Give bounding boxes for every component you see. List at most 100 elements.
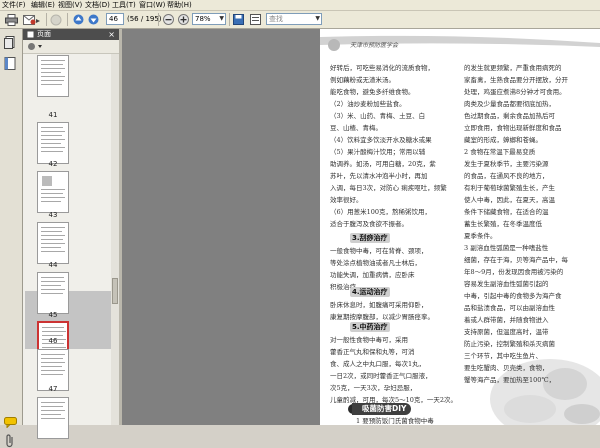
- text-line: 蟹等海产品，要加热至100℃，: [464, 376, 556, 384]
- text-line: （4）饮料宜多饮淡开水及糖水或果: [330, 136, 432, 144]
- text-line: 3 副溶血性弧菌是一种嗜盐性: [464, 244, 549, 252]
- section-heading: 5.中药治疗: [350, 322, 390, 332]
- text-line: （2）油炒麦粉加些盐食。: [330, 100, 406, 108]
- thumbnail-label: 41: [48, 111, 58, 119]
- page-thumbnail[interactable]: [37, 272, 69, 314]
- zoom-in-button[interactable]: [177, 13, 190, 26]
- text-line: 家畜禽，生熟食品要分开摆放，分开: [464, 76, 568, 84]
- text-line: 支持原菌，但温度高时，温带: [464, 328, 549, 336]
- print-button[interactable]: [3, 13, 19, 26]
- thumbnail-label: 47: [48, 385, 58, 393]
- text-line: 好转后，可吃些易消化的流质食物，: [330, 64, 434, 72]
- panel-scrollbar[interactable]: [111, 54, 119, 425]
- pages-panel-icon[interactable]: [4, 36, 17, 49]
- thumbnail-label: 42: [48, 160, 58, 168]
- text-line: 立即食用，食物出现新鲜度和食品: [464, 124, 562, 132]
- text-line: 夏季条件。: [464, 232, 497, 240]
- text-line: 蓄生长繁殖，在冬季温度低: [464, 220, 542, 228]
- print-icon: [4, 13, 18, 26]
- text-line: 容易发生副溶血性弧菌引起的: [464, 280, 549, 288]
- text-line: 色过期食品，剩余食品加热后可: [464, 112, 555, 120]
- text-line: 品和盐渍食品，可以由副溶血性: [464, 304, 555, 312]
- next-page-button[interactable]: [87, 13, 100, 26]
- text-line: 一般食物中毒，可在背脊、颈项，: [330, 247, 428, 255]
- attachments-panel-icon[interactable]: [4, 57, 17, 70]
- page-thumbnail[interactable]: [37, 55, 69, 97]
- text-line: 苏叶，先以清水冲泡半小时，再加: [330, 172, 428, 180]
- menu-file[interactable]: 文件(F): [2, 0, 26, 10]
- page-thumbnail[interactable]: [37, 222, 69, 264]
- email-icon: [23, 14, 40, 25]
- zoom-value: 78%: [195, 15, 211, 23]
- pages-panel-header: 页面 ×: [23, 29, 119, 40]
- text-line: 对一般性食物中毒可，采用: [330, 336, 408, 344]
- text-line: 细菌，存在于海，贝等海产品中，每: [464, 256, 568, 264]
- navigation-rail: [0, 29, 23, 448]
- text-line: 入调，每日3次，对防心 痢疾呕吐，频繁: [330, 184, 447, 192]
- text-line: （3）米、山药、青梅、土豆、白: [330, 112, 426, 120]
- close-icon[interactable]: ×: [108, 29, 115, 40]
- document-page: 天津市预防医学会 好转后，可吃些易消化的流质食物， 例如藕粉或无渣米汤。 能吃食…: [320, 29, 600, 425]
- read-mode-button[interactable]: [249, 13, 262, 26]
- text-line: 处理，鸡蛋应煮沸8分钟才可食用。: [464, 88, 566, 96]
- zoom-out-button[interactable]: [162, 13, 175, 26]
- text-line: 使人中毒，因此，在夏天，高温: [464, 196, 555, 204]
- menu-document[interactable]: 文档(D): [85, 0, 110, 10]
- text-line: 条件下储藏食物，在适合的温: [464, 208, 549, 216]
- panel-scrollbar-thumb[interactable]: [112, 278, 118, 304]
- text-line: 例如藕粉或无渣米汤。: [330, 76, 395, 84]
- page-header-title: 天津市预防医学会: [350, 42, 399, 49]
- hand-tool-icon: [50, 14, 62, 25]
- menu-help[interactable]: 帮助(H): [167, 0, 192, 10]
- prev-page-button[interactable]: [72, 13, 85, 26]
- text-line: （6）用葱米100克，熬稀粥饮用，: [330, 208, 432, 216]
- text-line: 1 要预防饭门氏菌食物中毒: [356, 417, 434, 425]
- text-line: 2 食物在常温下最易变质: [464, 148, 536, 156]
- text-line: 藏室的形成，蟑螂和苍蝇。: [464, 136, 542, 144]
- text-line: 功能失调，加重病情，应卧床: [330, 271, 415, 279]
- save-button[interactable]: [232, 13, 245, 26]
- menu-view[interactable]: 视图(V): [58, 0, 82, 10]
- thumbnail-label: 43: [48, 211, 58, 219]
- zoom-out-icon: [163, 14, 174, 25]
- hand-tool-button[interactable]: [49, 13, 63, 26]
- text-line: 豆、山楂、青梅。: [330, 124, 382, 132]
- options-menu-icon[interactable]: [27, 42, 43, 51]
- email-button[interactable]: [22, 13, 42, 26]
- search-input[interactable]: 查找 ▼: [266, 13, 322, 25]
- page-thumbnail[interactable]: [37, 397, 69, 439]
- text-line: 卧床休息时，如腹痛可采用仰卧，: [330, 301, 428, 309]
- text-line: （5）果汁酸梅汁饮用；常用以辅: [330, 148, 426, 156]
- text-line: 一日2次，或同时藿香正气口服液，: [330, 372, 432, 380]
- page-thumbnail[interactable]: [37, 171, 69, 213]
- text-line: 等处涂点植物油或者凡士林后，: [330, 259, 421, 267]
- text-line: 的发生就更频繁，严重食用病死的: [464, 64, 562, 72]
- text-line: 次5克，一天3次，孕妇忌服，: [330, 384, 417, 392]
- text-line: 要生吃蟹肉、贝壳类，食物，: [464, 364, 549, 372]
- text-line: 适合于腹泻及食欲不振者。: [330, 220, 408, 228]
- menu-window[interactable]: 窗口(W): [139, 0, 165, 10]
- text-line: 肉类及少量食品都要彻底加热，: [464, 100, 555, 108]
- diy-section-heading: 吸菌防害DIY: [352, 403, 412, 415]
- zoom-in-icon: [178, 14, 189, 25]
- document-viewer[interactable]: 天津市预防医学会 好转后，可吃些易消化的流质食物， 例如藕粉或无渣米汤。 能吃食…: [122, 29, 600, 425]
- text-line: 中毒，引起中毒的食物多为海产食: [464, 292, 562, 300]
- thumbnail-label: 45: [48, 311, 58, 319]
- attachment-paperclip-icon[interactable]: [5, 434, 15, 448]
- page-thumbnail[interactable]: [37, 122, 69, 164]
- chevron-down-icon: ▼: [219, 15, 224, 22]
- search-placeholder: 查找: [269, 15, 283, 23]
- pages-panel: 页面 × 41 42 43 44 45 46 47: [23, 29, 119, 439]
- text-line: 年8～9月，份发现因食用被污染的: [464, 268, 564, 276]
- menu-edit[interactable]: 编辑(E): [31, 0, 55, 10]
- save-icon: [233, 14, 244, 25]
- zoom-select[interactable]: 78% ▼: [192, 13, 226, 25]
- text-line: 康复期按摩腹部，以减少胃肠痉挛。: [330, 313, 434, 321]
- page-number-input[interactable]: 46: [106, 13, 124, 25]
- text-line: 食、成人之中丸口服，每次1丸，: [330, 360, 426, 368]
- menu-tools[interactable]: 工具(T): [112, 0, 136, 10]
- section-heading: 3.刮痧治疗: [350, 233, 390, 243]
- text-line: 着或人群带菌，并随食物进入: [464, 316, 549, 324]
- comments-panel-icon[interactable]: [4, 417, 17, 428]
- text-line: 的食品，在通风不良的地方，: [464, 172, 549, 180]
